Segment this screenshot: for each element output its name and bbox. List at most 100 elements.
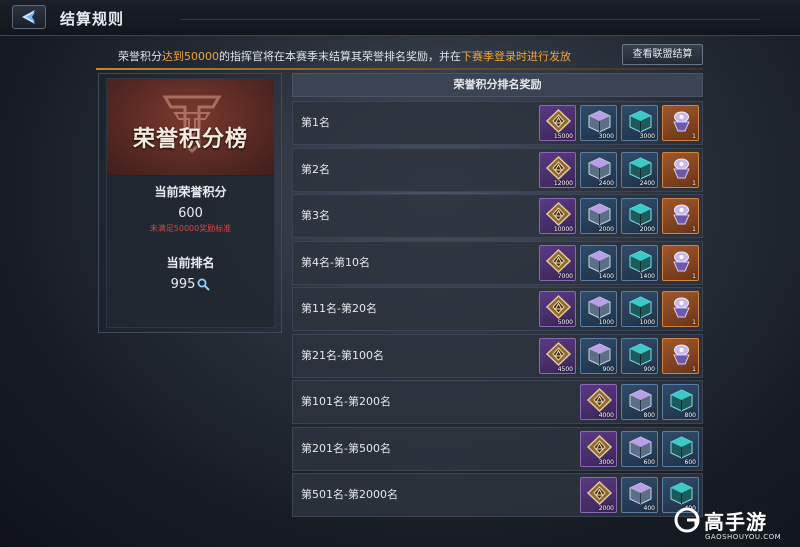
reward-item[interactable]: 4500: [539, 337, 576, 374]
rewards-table-header: 荣誉积分排名奖励: [292, 73, 703, 97]
reward-quantity: 3000: [598, 458, 614, 466]
honor-score-panel: 荣誉积分榜 当前荣誉积分 600 未满足50000奖励标准 当前排名 995: [106, 78, 275, 328]
reward-row: 第1名 15000 3000 3000 1: [292, 101, 703, 145]
reward-item[interactable]: 1: [662, 198, 699, 234]
reward-quantity: 3000: [639, 133, 655, 140]
top-bar: 结算规则: [0, 0, 800, 36]
reward-item[interactable]: 1000: [580, 291, 617, 327]
notice-highlight-1: 达到50000: [162, 50, 219, 63]
rank-range-label: 第1名: [301, 116, 330, 129]
reward-item[interactable]: 1400: [580, 244, 617, 281]
search-icon[interactable]: [197, 278, 211, 291]
settlement-notice: 荣誉积分达到50000的指挥官将在本赛季末结算其荣誉排名奖励，并在下赛季登录时进…: [96, 44, 616, 70]
reward-item[interactable]: 1000: [621, 291, 658, 327]
reward-quantity: 1000: [639, 319, 655, 326]
reward-item[interactable]: 2000: [580, 198, 617, 234]
rank-range-label: 第4名-第10名: [301, 255, 370, 269]
watermark-name: 高手游: [704, 510, 767, 534]
reward-items: 5000 1000 1000 1: [539, 291, 699, 327]
honor-banner: 荣誉积分榜: [107, 79, 274, 176]
reward-row: 第201名-第500名 3000 600 600: [292, 426, 703, 471]
back-arrow-icon: [22, 10, 35, 24]
notice-highlight-2: 下赛季登录时进行发放: [461, 50, 571, 63]
reward-item[interactable]: 2000: [621, 198, 658, 234]
reward-items: 4000 800 800: [580, 384, 699, 420]
reward-quantity: 600: [643, 458, 655, 466]
reward-quantity: 900: [643, 365, 655, 373]
notice-text-2: 的指挥官将在本赛季末结算其荣誉排名奖励，并在: [219, 50, 461, 63]
reward-quantity: 1400: [598, 272, 614, 280]
reward-item[interactable]: 2000: [580, 477, 617, 513]
reward-quantity: 4500: [557, 365, 573, 373]
notice-divider: [96, 68, 703, 70]
reward-quantity: 2000: [598, 505, 614, 512]
reward-item[interactable]: 3000: [621, 105, 658, 141]
score-warning: 未满足50000奖励标准: [149, 224, 232, 233]
reward-item[interactable]: 400: [621, 477, 658, 513]
view-alliance-settlement-button[interactable]: 查看联盟结算: [622, 44, 703, 65]
current-score-value: 600: [178, 206, 203, 221]
reward-quantity: 1: [692, 133, 696, 140]
reward-item[interactable]: 900: [621, 337, 658, 374]
reward-item[interactable]: 800: [662, 384, 699, 420]
reward-item[interactable]: 800: [621, 384, 658, 420]
reward-quantity: 1: [692, 179, 696, 187]
reward-row: 第11名-第20名 5000 1000 1000 1: [292, 287, 703, 331]
reward-quantity: 1: [692, 365, 696, 373]
reward-quantity: 3000: [598, 133, 614, 140]
top-bar-ornament: [180, 0, 760, 20]
reward-quantity: 400: [643, 505, 655, 512]
page-title: 结算规则: [60, 10, 125, 28]
current-score-label: 当前荣誉积分: [154, 185, 227, 199]
reward-items: 4500 900 900 1: [539, 337, 699, 374]
reward-quantity: 2400: [598, 179, 614, 187]
notice-text-1: 荣誉积分: [118, 50, 162, 63]
watermark: 高手游 GAOSHOUYOU.COM: [672, 505, 800, 547]
rank-range-label: 第21名-第100名: [301, 348, 384, 362]
reward-quantity: 4000: [598, 412, 614, 419]
reward-items: 12000 2400 2400 1: [539, 151, 699, 188]
back-button[interactable]: [12, 5, 46, 29]
reward-item[interactable]: 2400: [621, 151, 658, 188]
reward-item[interactable]: 2400: [580, 151, 617, 188]
reward-item[interactable]: 1: [662, 151, 699, 188]
reward-quantity: 1: [692, 319, 696, 326]
reward-quantity: 800: [643, 412, 655, 419]
reward-quantity: 600: [684, 458, 696, 466]
rank-row: 995: [107, 277, 274, 292]
reward-item[interactable]: 1: [662, 291, 699, 327]
reward-quantity: 10000: [553, 226, 573, 233]
rank-range-label: 第11名-第20名: [301, 302, 377, 315]
watermark-domain: GAOSHOUYOU.COM: [705, 533, 782, 541]
reward-row: 第501名-第2000名 2000 400 400: [292, 473, 703, 517]
reward-item[interactable]: 900: [580, 337, 617, 374]
reward-item[interactable]: 3000: [580, 105, 617, 141]
reward-item[interactable]: 600: [662, 430, 699, 467]
reward-item[interactable]: 4000: [580, 384, 617, 420]
reward-item[interactable]: 10000: [539, 198, 576, 234]
reward-quantity: 2400: [639, 179, 655, 187]
current-rank-value: 995: [170, 277, 196, 292]
reward-item[interactable]: 600: [621, 430, 658, 467]
reward-item[interactable]: 5000: [539, 291, 576, 327]
reward-row: 第101名-第200名 4000 800 800: [292, 380, 703, 424]
reward-item[interactable]: 1: [662, 244, 699, 281]
reward-item[interactable]: 1: [662, 105, 699, 141]
reward-item[interactable]: 3000: [580, 430, 617, 467]
reward-item[interactable]: 7000: [539, 244, 576, 281]
reward-item[interactable]: 1: [662, 337, 699, 374]
reward-quantity: 800: [684, 412, 696, 419]
reward-item[interactable]: 1400: [621, 244, 658, 281]
honor-banner-title: 荣誉积分榜: [132, 126, 248, 152]
reward-items: 3000 600 600: [580, 430, 699, 467]
reward-quantity: 1: [692, 272, 696, 280]
reward-quantity: 2000: [639, 226, 655, 233]
reward-row: 第2名 12000 2400 2400 1: [292, 147, 703, 192]
reward-quantity: 15000: [553, 133, 573, 140]
reward-quantity: 1400: [639, 272, 655, 280]
reward-item[interactable]: 15000: [539, 105, 576, 141]
rank-range-label: 第201名-第500名: [301, 441, 391, 455]
rewards-table: 第1名 15000 3000 3000 1 第2名 12000 2400 2400 1 第3名 100…: [292, 101, 703, 520]
reward-item[interactable]: 12000: [539, 151, 576, 188]
reward-row: 第21名-第100名 4500 900 900 1: [292, 333, 703, 378]
